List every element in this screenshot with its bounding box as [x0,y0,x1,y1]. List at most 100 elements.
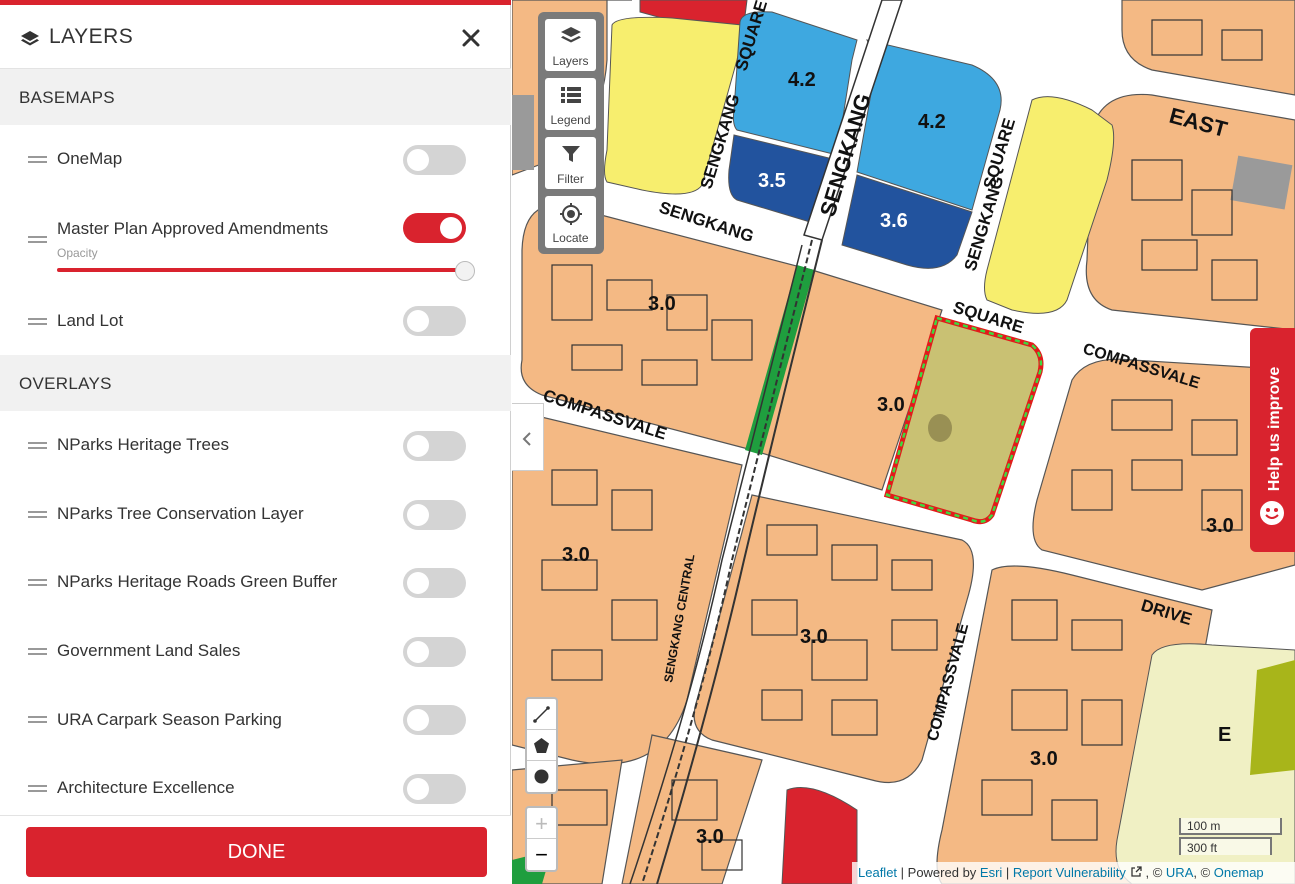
draw-polygon-button[interactable] [527,730,556,761]
attribution-text: , © [1193,865,1214,880]
plot-ratio-label: 3.6 [880,210,908,232]
drag-handle-icon[interactable] [28,579,47,587]
panel-header: LAYERS [0,5,511,69]
attribution-bar: Leaflet | Powered by Esri | Report Vulne… [852,862,1295,884]
opacity-slider-track[interactable] [57,268,465,272]
layers-icon [21,31,39,46]
grey-zone [1230,155,1293,210]
overlay-row: Architecture Excellence [0,761,511,817]
plot-ratio-label: 3.0 [1030,748,1058,770]
help-us-improve-label: Help us improve [1266,366,1283,492]
toggle-gov-land-sales[interactable] [403,637,466,667]
plot-ratio-label: 3.0 [800,626,828,648]
drag-handle-icon[interactable] [28,442,47,450]
filter-button[interactable]: Filter [545,137,596,189]
smiley-icon [1260,501,1284,525]
drag-handle-icon[interactable] [28,511,47,519]
overlay-row: NParks Heritage Trees [0,418,511,474]
filter-button-label: Filter [557,172,584,186]
close-icon[interactable] [460,27,482,49]
locate-button[interactable]: Locate [545,196,596,248]
map-canvas[interactable]: 4.2 4.2 3.5 3.6 3.0 3.0 3.0 3.0 3.0 3.0 … [512,0,1295,884]
toggle-master-plan[interactable] [403,213,466,243]
toggle-knob [407,778,429,800]
drag-handle-icon[interactable] [28,716,47,724]
overlay-row: NParks Heritage Roads Green Buffer [0,555,511,611]
filter-icon [562,146,580,162]
toggle-heritage-trees[interactable] [403,431,466,461]
map-toolbox: Layers Legend Filter Locate [538,12,604,254]
overlay-row: Government Land Sales [0,624,511,680]
polygon-icon [534,738,549,753]
onemap-link[interactable]: Onemap [1214,865,1264,880]
plot-ratio-label: 4.2 [788,69,816,91]
toggle-knob [407,504,429,526]
toggle-land-lot[interactable] [403,306,466,336]
drag-handle-icon[interactable] [28,648,47,656]
overlay-row: URA Carpark Season Parking [0,692,511,748]
basemaps-heading-label: BASEMAPS [19,88,115,107]
overlays-heading-label: OVERLAYS [19,374,112,393]
toggle-knob [407,310,429,332]
report-vulnerability-link[interactable]: Report Vulnerability [1013,865,1126,880]
basemap-label: OneMap [57,149,123,168]
toggle-knob [407,641,429,663]
collapse-panel-button[interactable] [512,403,544,471]
plot-ratio-label: 4.2 [918,111,946,133]
app: LAYERS BASEMAPS OneMap Master Plan Appro… [0,0,1295,884]
overlay-label: Government Land Sales [57,641,241,660]
draw-polyline-button[interactable] [527,699,556,730]
opacity-slider-thumb[interactable] [455,261,475,281]
toggle-knob [407,709,429,731]
basemap-label: Master Plan Approved Amendments [57,219,329,238]
zoom-out-button[interactable]: − [527,839,556,870]
plot-ratio-label: 3.0 [648,293,676,315]
drag-handle-icon[interactable] [28,318,47,326]
legend-icon [561,87,581,103]
basemap-label: Land Lot [57,311,124,330]
circle-icon [534,769,549,784]
chevron-left-icon [522,432,531,446]
scale-metric: 100 m [1179,818,1282,835]
legend-button[interactable]: Legend [545,78,596,130]
panel-footer: DONE [0,815,511,884]
layers-button[interactable]: Layers [545,19,596,71]
basemaps-heading: BASEMAPS [0,69,511,125]
toggle-knob [407,435,429,457]
toggle-heritage-roads[interactable] [403,568,466,598]
drag-handle-icon[interactable] [28,156,47,164]
overlay-label: Architecture Excellence [57,778,235,797]
draw-toolbar [525,697,558,794]
layers-panel: LAYERS BASEMAPS OneMap Master Plan Appro… [0,0,511,884]
leaflet-link[interactable]: Leaflet [858,865,897,880]
layers-button-label: Layers [552,54,589,68]
polyline-icon [533,706,550,723]
overlay-row: NParks Tree Conservation Layer [0,487,511,543]
park-zone [1250,660,1295,775]
overlay-label: NParks Heritage Roads Green Buffer [57,572,338,591]
plot-ratio-label: E [1218,724,1231,746]
toggle-onemap[interactable] [403,145,466,175]
plot-ratio-label: 3.0 [877,394,905,416]
grey-zone [512,95,534,170]
overlays-heading: OVERLAYS [0,355,511,411]
zoom-control: + − [525,806,558,872]
toggle-carpark[interactable] [403,705,466,735]
drag-handle-icon[interactable] [28,785,47,793]
attribution-text: , © [1141,865,1166,880]
esri-link[interactable]: Esri [980,865,1002,880]
ura-link[interactable]: URA [1166,865,1193,880]
toggle-tree-conservation[interactable] [403,500,466,530]
done-button[interactable]: DONE [26,827,487,877]
attribution-text: | Powered by [897,865,980,880]
draw-circle-button[interactable] [527,761,556,792]
zoom-in-button[interactable]: + [527,808,556,839]
site-marker [928,414,952,442]
drag-handle-icon[interactable] [28,236,47,244]
attribution-sep: | [1002,865,1013,880]
help-us-improve-tab[interactable]: Help us improve [1250,328,1295,552]
master-plan-map[interactable]: 4.2 4.2 3.5 3.6 3.0 3.0 3.0 3.0 3.0 3.0 … [512,0,1295,884]
toggle-architecture[interactable] [403,774,466,804]
locate-button-label: Locate [552,231,589,245]
legend-button-label: Legend [550,113,591,127]
